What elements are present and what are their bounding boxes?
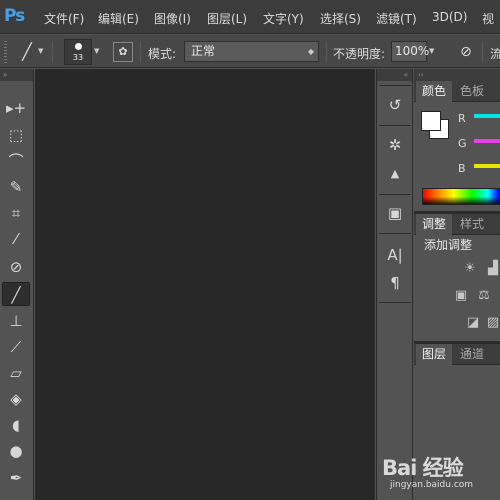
- tools-panel-collapse[interactable]: »: [0, 69, 33, 81]
- navigator-panel-icon[interactable]: ✲: [381, 133, 409, 157]
- history-panel-icon[interactable]: ↺: [381, 93, 409, 117]
- opacity-value: 100%: [395, 44, 430, 58]
- options-bar-grip[interactable]: [4, 41, 7, 63]
- character-panel-icon[interactable]: A|: [381, 243, 409, 267]
- crop-tool-icon[interactable]: ⌗: [2, 201, 30, 225]
- mode-label: 模式:: [148, 47, 177, 61]
- color-spectrum[interactable]: [422, 188, 500, 205]
- opacity-dropdown-arrow-icon[interactable]: ▼: [429, 47, 434, 55]
- menu-3d[interactable]: 3D(D): [432, 10, 467, 24]
- tab-channels[interactable]: 通道: [454, 344, 490, 365]
- menu-type[interactable]: 文字(Y): [263, 10, 304, 27]
- brush-preset-icon[interactable]: ╱: [14, 41, 40, 63]
- clone-stamp-tool-icon[interactable]: ⊥: [2, 309, 30, 333]
- options-separator: [326, 41, 327, 63]
- history-brush-tool-icon[interactable]: ⟋: [2, 335, 30, 359]
- menu-filter[interactable]: 滤镜(T): [376, 10, 417, 27]
- photoshop-logo: Ps: [4, 6, 25, 26]
- tab-styles[interactable]: 样式: [454, 214, 490, 235]
- red-channel-slider[interactable]: [474, 114, 500, 118]
- lasso-tool-icon[interactable]: ⌒: [2, 149, 30, 173]
- paragraph-panel-icon[interactable]: ¶: [381, 271, 409, 295]
- mode-select[interactable]: 正常 ◆: [184, 41, 319, 62]
- brush-tool-icon[interactable]: ╱: [2, 282, 30, 306]
- dodge-tool-icon[interactable]: ●: [2, 439, 30, 463]
- marquee-tool-icon[interactable]: ⬚: [2, 123, 30, 147]
- menu-view[interactable]: 视: [482, 10, 494, 27]
- layers-panel-tabs: 图层 通道: [414, 344, 500, 365]
- eyedropper-tool-icon[interactable]: ⁄: [2, 227, 30, 251]
- menu-bar: Ps 文件(F) 编辑(E) 图像(I) 图层(L) 文字(Y) 选择(S) 滤…: [0, 0, 500, 34]
- green-channel-label: G: [458, 137, 467, 150]
- invert-icon[interactable]: ◪: [464, 315, 482, 331]
- document-canvas[interactable]: [35, 69, 375, 500]
- pen-tool-icon[interactable]: ✒: [2, 466, 30, 490]
- menu-edit[interactable]: 编辑(E): [98, 10, 139, 27]
- strip-divider: [379, 85, 411, 86]
- green-channel-slider[interactable]: [474, 139, 500, 143]
- baidu-jingyan-watermark: Bai 经验 jingyan.baidu.com: [382, 452, 500, 500]
- brightness-contrast-icon[interactable]: ☀: [461, 261, 479, 277]
- tab-adjustments[interactable]: 调整: [416, 214, 453, 235]
- tab-layers[interactable]: 图层: [416, 344, 453, 365]
- paint-bucket-tool-icon[interactable]: ◈: [2, 387, 30, 411]
- info-panel-icon[interactable]: ▣: [381, 201, 409, 225]
- mode-select-arrow-icon: ◆: [307, 47, 314, 56]
- eraser-tool-icon[interactable]: ▱: [2, 361, 30, 385]
- brush-size-value: 33: [72, 53, 84, 62]
- quick-selection-tool-icon[interactable]: ✎: [2, 175, 30, 199]
- flow-label: 流: [490, 47, 500, 61]
- adjustments-panel-tabs: 调整 样式: [414, 214, 500, 235]
- options-bar: ╱ ▼ 33 ▼ ✿ 模式: 正常 ◆ 不透明度: 100% ▼ ⊘ 流: [0, 35, 500, 68]
- blue-channel-label: B: [458, 162, 466, 175]
- brush-size-picker[interactable]: 33: [64, 39, 92, 65]
- brush-picker-arrow-icon[interactable]: ▼: [94, 47, 99, 55]
- red-channel-label: R: [458, 112, 466, 125]
- foreground-color-swatch[interactable]: [421, 111, 441, 131]
- opacity-label: 不透明度:: [333, 47, 386, 61]
- menu-layer[interactable]: 图层(L): [207, 10, 247, 27]
- opacity-input[interactable]: 100%: [391, 41, 430, 62]
- watermark-brand: Bai 经验: [382, 456, 464, 480]
- menu-image[interactable]: 图像(I): [154, 10, 191, 27]
- pressure-opacity-icon[interactable]: ⊘: [455, 42, 477, 62]
- options-separator: [140, 41, 141, 63]
- panel-icon-strip: « ↺ ✲ ▲ ▣ A| ¶: [376, 69, 413, 500]
- tools-panel: » ▸+ ⬚ ⌒ ✎ ⌗ ⁄ ⊘ ╱ ⊥ ⟋ ▱ ◈ ◖ ● ✒: [0, 69, 34, 500]
- menu-select[interactable]: 选择(S): [320, 10, 361, 27]
- strip-divider: [379, 302, 411, 303]
- move-tool-icon[interactable]: ▸+: [2, 96, 30, 120]
- options-separator: [482, 41, 483, 63]
- strip-divider: [379, 125, 411, 126]
- brush-tip-icon: [75, 43, 82, 50]
- menu-file[interactable]: 文件(F): [44, 10, 84, 27]
- tab-swatches[interactable]: 色板: [454, 81, 490, 102]
- gradient-map-icon[interactable]: ▨: [484, 315, 500, 331]
- tab-color[interactable]: 颜色: [416, 81, 453, 102]
- options-separator: [52, 41, 53, 63]
- color-panel-tabs: 颜色 色板: [414, 81, 500, 102]
- panels-collapse[interactable]: ‹‹: [414, 69, 500, 81]
- add-adjustment-title: 添加调整: [424, 238, 473, 252]
- strip-divider: [379, 194, 411, 195]
- mode-value: 正常: [191, 44, 216, 58]
- blue-channel-slider[interactable]: [474, 164, 500, 168]
- watermark-url: jingyan.baidu.com: [390, 480, 474, 490]
- blur-tool-icon[interactable]: ◖: [2, 413, 30, 437]
- histogram-panel-icon[interactable]: ▲: [381, 162, 409, 186]
- exposure-icon[interactable]: ▣: [452, 288, 470, 304]
- healing-brush-tool-icon[interactable]: ⊘: [2, 255, 30, 279]
- strip-divider: [379, 233, 411, 234]
- levels-icon[interactable]: ▟: [484, 261, 500, 277]
- color-balance-icon[interactable]: ⚖: [475, 288, 493, 304]
- tool-preset-arrow-icon[interactable]: ▼: [38, 47, 43, 55]
- right-panels: ‹‹ 颜色 色板 R G B 调整 样式 添加调整 ☀ ▟ ▣ ⚖ ◪ ▨ 图层…: [414, 69, 500, 500]
- icon-strip-collapse[interactable]: «: [377, 69, 412, 81]
- brush-panel-toggle-icon[interactable]: ✿: [113, 42, 133, 62]
